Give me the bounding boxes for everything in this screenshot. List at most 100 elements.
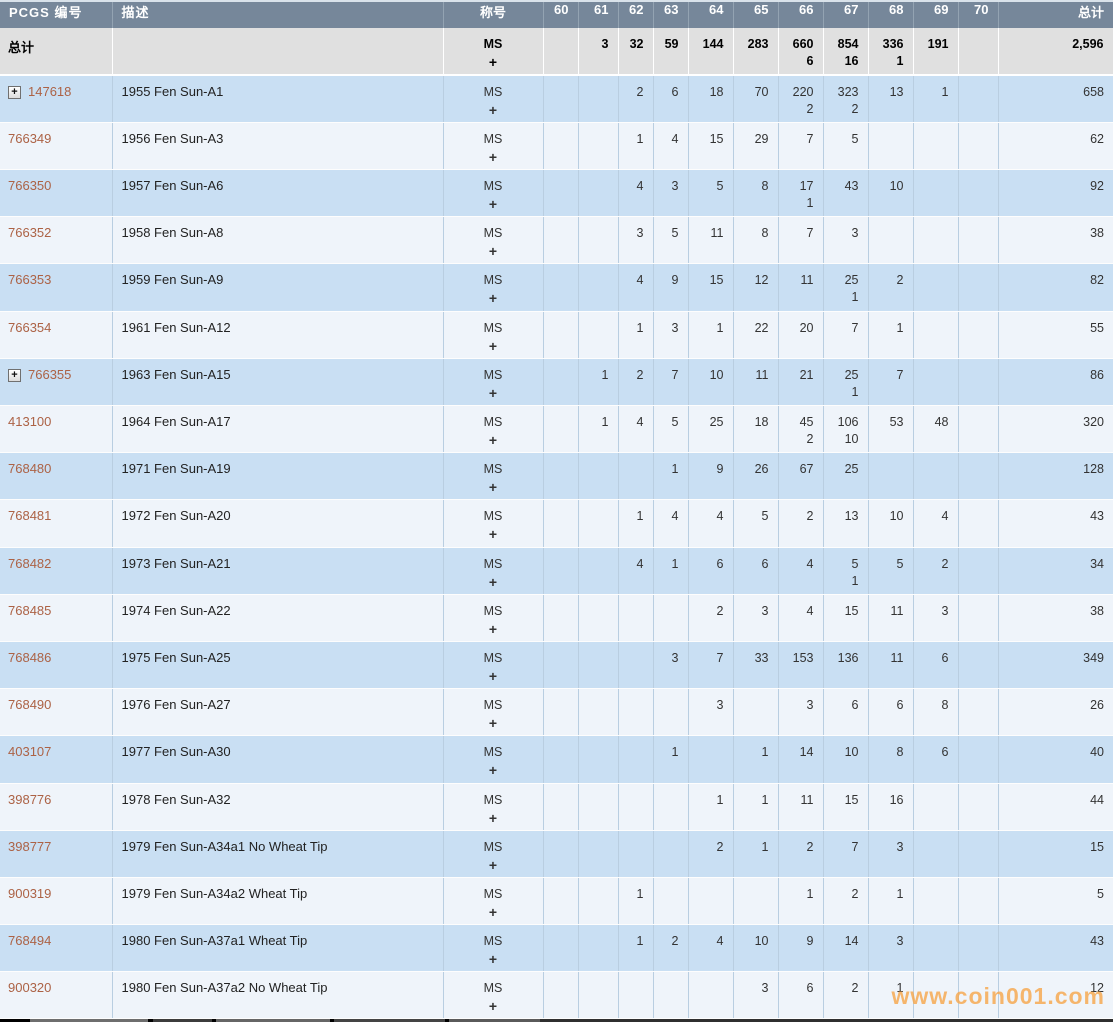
grade-count-cell: 4: [653, 500, 688, 547]
grade-count-cell: 4: [618, 406, 653, 453]
row-total-cell: 658: [998, 75, 1113, 122]
grade-count-cell: [653, 830, 688, 877]
grade-count-cell: 8: [913, 689, 958, 736]
designation-plus: +: [445, 101, 542, 119]
column-header-total[interactable]: 总计: [998, 2, 1113, 28]
grade-count-cell: 3232: [823, 75, 868, 122]
pcgs-number-link[interactable]: 768481: [8, 508, 51, 523]
grade-plus-count: [961, 178, 989, 179]
pcgs-number-link[interactable]: 768494: [8, 933, 51, 948]
pcgs-number-link[interactable]: 900320: [8, 980, 51, 995]
grade-count: 8: [736, 225, 769, 242]
pcgs-number-link[interactable]: 766352: [8, 225, 51, 240]
column-header-grade-67[interactable]: 67: [823, 2, 868, 28]
grade-plus-count: [546, 744, 569, 745]
column-header-grade-70[interactable]: 70: [958, 2, 998, 28]
pcgs-number-link[interactable]: 768490: [8, 697, 51, 712]
grade-count-cell: [543, 594, 578, 641]
expand-row-icon[interactable]: +: [8, 86, 21, 99]
grade-count: 4: [656, 508, 679, 525]
grade-count-cell: [688, 877, 733, 924]
column-header-grade-64[interactable]: 64: [688, 2, 733, 28]
designation-cell: MS+: [443, 830, 543, 877]
grade-count: 6: [871, 697, 904, 714]
grade-count-cell: [688, 736, 733, 783]
grade-plus-count: [871, 856, 904, 857]
designation-cell: MS+: [443, 925, 543, 972]
pcgs-number-link[interactable]: 768486: [8, 650, 51, 665]
pcgs-number-link[interactable]: 900319: [8, 886, 51, 901]
grade-count: 1: [691, 792, 724, 809]
pcgs-number-link[interactable]: 147618: [28, 84, 71, 99]
column-header-grade-65[interactable]: 65: [733, 2, 778, 28]
row-total-value: 43: [1001, 933, 1105, 950]
pcgs-number-link[interactable]: 768482: [8, 556, 51, 571]
column-header-grade-66[interactable]: 66: [778, 2, 823, 28]
grade-count-cell: [958, 122, 998, 169]
designation-cell: MS+: [443, 594, 543, 641]
grade-count-cell: 2: [823, 877, 868, 924]
column-header-grade-63[interactable]: 63: [653, 2, 688, 28]
grade-count: 1: [871, 886, 904, 903]
column-header-grade-60[interactable]: 60: [543, 2, 578, 28]
pcgs-number-link[interactable]: 766354: [8, 320, 51, 335]
grade-count-cell: 3: [618, 217, 653, 264]
designation-cell: MS+: [443, 547, 543, 594]
grade-count-cell: 11: [868, 594, 913, 641]
pcgs-number-link[interactable]: 398777: [8, 839, 51, 854]
pcgs-number-link[interactable]: 768480: [8, 461, 51, 476]
pcgs-number-link[interactable]: 766353: [8, 272, 51, 287]
grade-count-cell: [578, 594, 618, 641]
grade-plus-count: [826, 950, 859, 951]
grade-count-cell: 7: [823, 311, 868, 358]
row-total-value: 5: [1001, 886, 1105, 903]
pcgs-number-link[interactable]: 766349: [8, 131, 51, 146]
grade-count: 18: [691, 84, 724, 101]
grade-count-cell: [868, 217, 913, 264]
grade-plus-count: [546, 225, 569, 226]
pcgs-number-link[interactable]: 766355: [28, 367, 71, 382]
grade-plus-count: [581, 792, 609, 793]
grade-plus-count: [581, 508, 609, 509]
column-header-grade-68[interactable]: 68: [868, 2, 913, 28]
designation-plus: +: [445, 148, 542, 166]
grade-plus-count: [916, 53, 949, 54]
grade-plus-count: [916, 525, 949, 526]
grade-plus-count: [581, 839, 609, 840]
pcgs-number-link[interactable]: 398776: [8, 792, 51, 807]
grade-plus-count: [961, 792, 989, 793]
grade-count-cell: [578, 972, 618, 1019]
row-total-cell: 38: [998, 594, 1113, 641]
grade-plus-count: [736, 53, 769, 54]
column-header-grade-69[interactable]: 69: [913, 2, 958, 28]
grade-plus-count: [916, 573, 949, 574]
column-header-designation[interactable]: 称号: [443, 2, 543, 28]
grade-plus-count: [546, 508, 569, 509]
row-total-value: 26: [1001, 697, 1105, 714]
pcgs-number-link[interactable]: 413100: [8, 414, 51, 429]
grade-count-cell: 10: [823, 736, 868, 783]
grade-plus-count: [736, 620, 769, 621]
grade-count-cell: [618, 594, 653, 641]
designation-label: MS: [445, 224, 542, 242]
grade-count: 2: [826, 886, 859, 903]
pcgs-number-link[interactable]: 768485: [8, 603, 51, 618]
grade-plus-count: [916, 886, 949, 887]
grade-count-cell: 15: [688, 264, 733, 311]
table-row: 7663491956 Fen Sun-A3MS+1415297562: [0, 122, 1113, 169]
pcgs-number-link[interactable]: 766350: [8, 178, 51, 193]
column-header-grade-62[interactable]: 62: [618, 2, 653, 28]
row-total-cell: 43: [998, 925, 1113, 972]
column-header-grade-61[interactable]: 61: [578, 2, 618, 28]
grade-count: 15: [826, 792, 859, 809]
expand-row-icon[interactable]: +: [8, 369, 21, 382]
column-header-pcgs[interactable]: PCGS 编号: [0, 2, 112, 28]
grade-count: 1: [581, 367, 609, 384]
grade-plus-count: [691, 667, 724, 668]
grade-count: 3: [736, 603, 769, 620]
column-header-description[interactable]: 描述: [112, 2, 443, 28]
grade-count: 13: [826, 508, 859, 525]
grade-count-cell: [618, 972, 653, 1019]
designation-cell: MS+: [443, 122, 543, 169]
pcgs-number-link[interactable]: 403107: [8, 744, 51, 759]
